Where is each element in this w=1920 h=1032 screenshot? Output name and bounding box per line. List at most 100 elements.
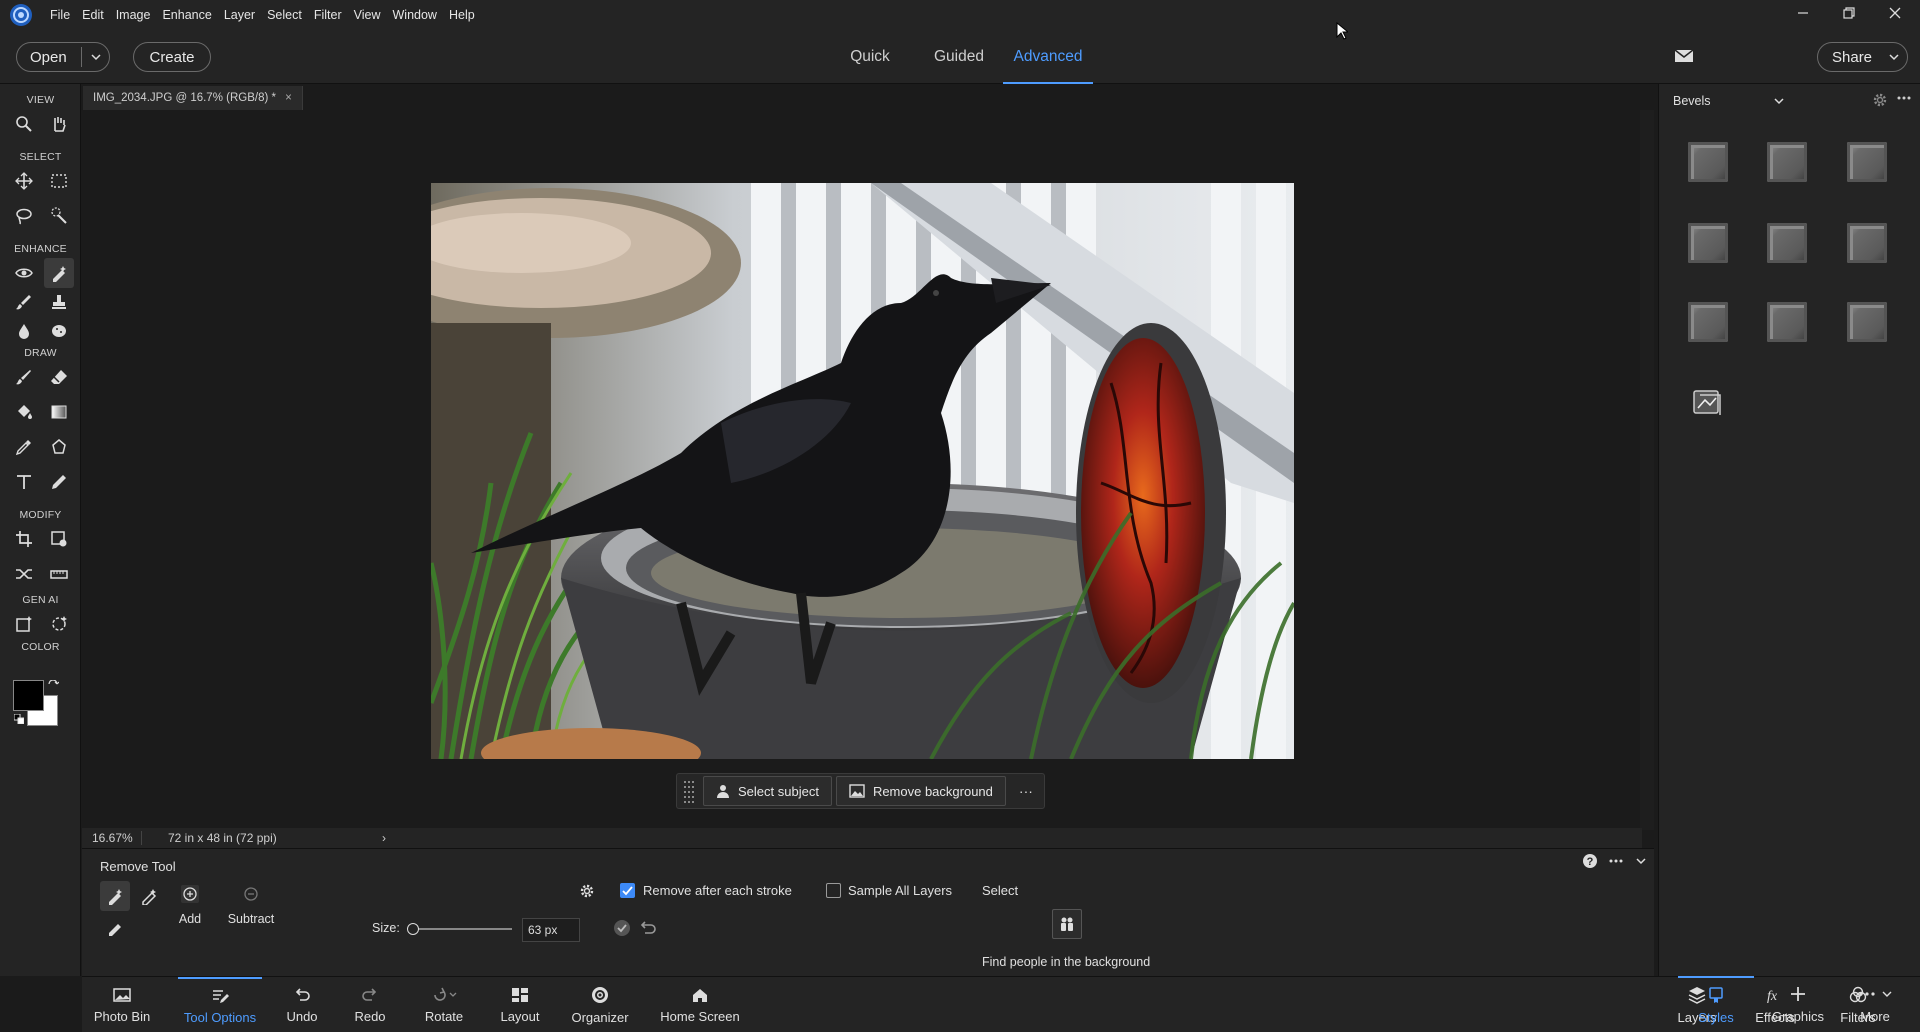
menu-layer[interactable]: Layer xyxy=(218,0,261,30)
reset-button[interactable] xyxy=(639,919,657,937)
open-button[interactable]: Open xyxy=(16,42,110,72)
crop-tool[interactable] xyxy=(9,524,39,554)
panel-more-button[interactable] xyxy=(1896,90,1912,106)
clone-stamp-tool[interactable] xyxy=(44,287,74,317)
move-tool[interactable] xyxy=(9,166,39,196)
lasso-tool[interactable] xyxy=(9,201,39,231)
organizer-button[interactable]: Organizer xyxy=(560,977,640,1032)
bevel-style-8[interactable] xyxy=(1767,302,1807,342)
restore-button[interactable] xyxy=(1826,0,1872,26)
swap-colors-button[interactable] xyxy=(47,680,59,692)
home-screen-button[interactable]: Home Screen xyxy=(652,977,748,1032)
zoom-tool[interactable] xyxy=(9,109,39,139)
foreground-color-swatch[interactable] xyxy=(13,680,44,711)
hand-tool[interactable] xyxy=(44,109,74,139)
close-window-button[interactable] xyxy=(1872,0,1918,26)
remove-tool[interactable] xyxy=(44,258,74,288)
apply-button[interactable] xyxy=(613,919,631,937)
remove-brush-variant-3[interactable] xyxy=(100,912,130,942)
content-aware-move-tool[interactable] xyxy=(9,559,39,589)
vertical-scrollbar[interactable] xyxy=(1640,110,1654,830)
custom-shape-tool[interactable] xyxy=(44,432,74,462)
help-icon[interactable]: ? xyxy=(1582,853,1598,869)
zoom-level[interactable]: 16.67% xyxy=(82,831,142,845)
bevel-style-4[interactable] xyxy=(1688,223,1728,263)
menu-help[interactable]: Help xyxy=(443,0,481,30)
more-panels-button[interactable]: More xyxy=(1842,976,1908,1032)
blur-tool[interactable] xyxy=(9,316,39,346)
eyedropper-tool[interactable] xyxy=(9,432,39,462)
style-category-dropdown[interactable]: Bevels xyxy=(1673,94,1785,108)
create-button[interactable]: Create xyxy=(133,42,211,72)
find-people-button[interactable] xyxy=(1052,909,1082,939)
default-colors-button[interactable] xyxy=(14,714,24,724)
add-mode-button[interactable]: Add xyxy=(168,884,212,926)
remove-after-stroke-checkbox[interactable] xyxy=(620,883,635,898)
straighten-tool[interactable] xyxy=(44,559,74,589)
load-styles-button[interactable] xyxy=(1688,381,1728,421)
sponge-tool[interactable] xyxy=(44,316,74,346)
brush-settings-button[interactable] xyxy=(579,883,595,899)
panel-settings-button[interactable] xyxy=(1872,92,1888,108)
size-slider-track[interactable] xyxy=(412,928,512,930)
menu-filter[interactable]: Filter xyxy=(308,0,348,30)
marquee-tool[interactable] xyxy=(44,166,74,196)
bevel-style-9[interactable] xyxy=(1847,302,1887,342)
type-tool[interactable] xyxy=(9,467,39,497)
remove-brush-variant-2[interactable] xyxy=(134,881,164,911)
menu-window[interactable]: Window xyxy=(387,0,443,30)
menu-edit[interactable]: Edit xyxy=(76,0,110,30)
photo-bin-button[interactable]: Photo Bin xyxy=(82,977,162,1032)
bevel-style-3[interactable] xyxy=(1847,142,1887,182)
tab-guided[interactable]: Guided xyxy=(926,30,992,84)
tab-advanced[interactable]: Advanced xyxy=(1003,30,1093,84)
drag-handle[interactable] xyxy=(677,776,701,806)
size-slider-thumb[interactable] xyxy=(407,923,419,935)
graphics-button[interactable]: Graphics xyxy=(1762,976,1834,1032)
collapse-chevron-icon[interactable] xyxy=(1634,854,1648,868)
eraser-tool[interactable] xyxy=(44,362,74,392)
undo-button[interactable]: Undo xyxy=(272,977,332,1032)
styles-button[interactable]: Styles xyxy=(1678,976,1754,1032)
menu-enhance[interactable]: Enhance xyxy=(156,0,217,30)
generative-fill-tool[interactable] xyxy=(9,609,39,639)
photo-canvas[interactable] xyxy=(431,183,1294,759)
menu-file[interactable]: File xyxy=(44,0,76,30)
bevel-style-2[interactable] xyxy=(1767,142,1807,182)
generative-expand-tool[interactable] xyxy=(44,609,74,639)
paintbrush-tool[interactable] xyxy=(9,362,39,392)
more-dots-icon[interactable] xyxy=(1608,853,1624,869)
share-button[interactable]: Share xyxy=(1817,42,1908,72)
menu-view[interactable]: View xyxy=(348,0,387,30)
paint-bucket-tool[interactable] xyxy=(9,397,39,427)
tab-quick[interactable]: Quick xyxy=(840,30,900,84)
layout-button[interactable]: Layout xyxy=(490,977,550,1032)
more-options-button[interactable]: ··· xyxy=(1008,783,1044,799)
pencil-tool[interactable] xyxy=(44,467,74,497)
messages-button[interactable] xyxy=(1674,48,1694,64)
size-input[interactable]: 63 px xyxy=(522,918,580,942)
tool-options-button[interactable]: Tool Options xyxy=(178,977,262,1032)
gradient-tool[interactable] xyxy=(44,397,74,427)
remove-brush-variant-1[interactable] xyxy=(100,881,130,911)
menu-image[interactable]: Image xyxy=(110,0,157,30)
chevron-down-icon[interactable] xyxy=(89,50,103,64)
bevel-style-7[interactable] xyxy=(1688,302,1728,342)
rotate-button[interactable]: Rotate xyxy=(408,977,480,1032)
red-eye-tool[interactable] xyxy=(9,258,39,288)
close-tab-icon[interactable]: × xyxy=(285,92,292,104)
document-tab[interactable]: IMG_2034.JPG @ 16.7% (RGB/8) * × xyxy=(83,86,303,110)
magic-wand-tool[interactable] xyxy=(44,201,74,231)
bevel-style-5[interactable] xyxy=(1767,223,1807,263)
menu-select[interactable]: Select xyxy=(261,0,308,30)
smart-brush-tool[interactable] xyxy=(9,287,39,317)
status-arrow-icon[interactable]: › xyxy=(382,831,386,845)
remove-background-button[interactable]: Remove background xyxy=(835,776,1006,806)
minimize-button[interactable] xyxy=(1780,0,1826,26)
recompose-tool[interactable] xyxy=(44,524,74,554)
bevel-style-6[interactable] xyxy=(1847,223,1887,263)
redo-button[interactable]: Redo xyxy=(340,977,400,1032)
sample-all-layers-checkbox[interactable] xyxy=(826,883,841,898)
select-subject-button[interactable]: Select subject xyxy=(703,776,832,806)
bevel-style-1[interactable] xyxy=(1688,142,1728,182)
